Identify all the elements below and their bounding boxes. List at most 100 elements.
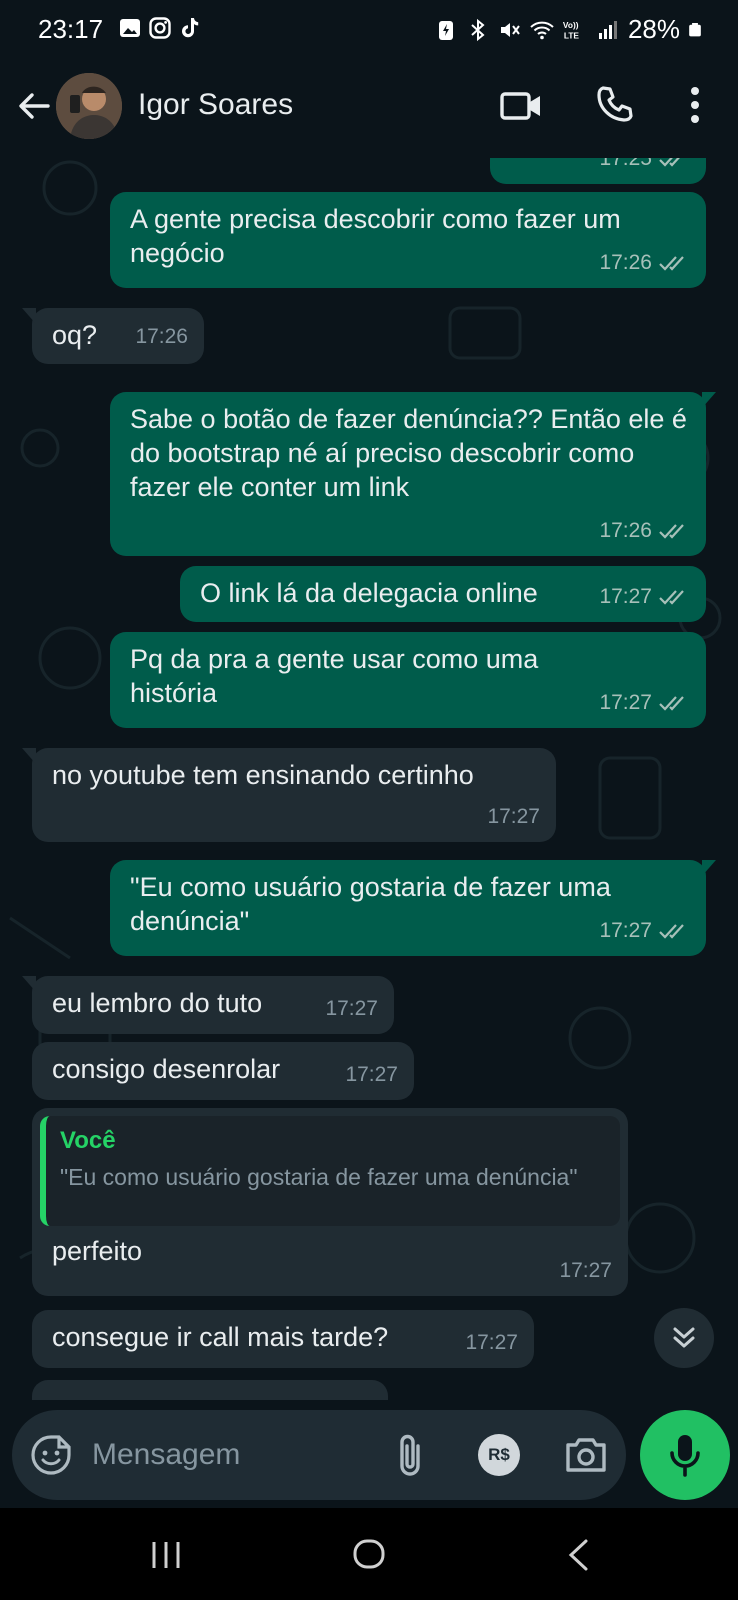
message-text: perfeito (52, 1236, 143, 1266)
message-text: eu lembro do tuto (52, 988, 263, 1018)
scroll-to-bottom-button[interactable] (654, 1308, 714, 1368)
wifi-icon (530, 21, 554, 39)
message-meta: 17:27 (465, 1326, 518, 1360)
volte-icon: Vo))LTE (563, 20, 580, 40)
message-time: 17:25 (599, 158, 652, 170)
battery-percent: 28% (627, 14, 680, 44)
message-time: 17:26 (135, 325, 188, 348)
svg-text:LTE: LTE (564, 30, 580, 40)
payment-icon: R$ (488, 1445, 510, 1464)
message-outgoing[interactable]: Pq da pra a gente usar como uma história… (110, 632, 706, 728)
mic-icon (670, 1435, 700, 1477)
camera-icon[interactable] (564, 1434, 608, 1474)
message-incoming[interactable]: no youtube tem ensinando certinho 17:27 (22, 748, 556, 842)
contact-name[interactable]: Igor Soares (138, 88, 293, 122)
message-outgoing[interactable]: O link lá da delegacia online 17:27 (180, 566, 706, 622)
tiktok-icon (182, 18, 199, 38)
home-icon[interactable] (352, 1538, 386, 1570)
message-meta: 17:25 (599, 158, 690, 176)
message-text: consigo desenrolar (52, 1054, 281, 1084)
message-time: 17:27 (465, 1331, 518, 1354)
read-receipt-icon (659, 524, 684, 539)
message-time: 17:27 (599, 691, 652, 714)
message-incoming[interactable]: consegue ir call mais tarde? 17:27 (32, 1310, 534, 1368)
more-vert-icon[interactable] (678, 82, 712, 128)
message-meta: 17:27 (599, 686, 690, 720)
message-meta: 17:27 (487, 800, 540, 834)
message-text: consegue ir call mais tarde? (52, 1322, 389, 1352)
message-meta: 17:27 (345, 1058, 398, 1092)
message-time: 17:27 (599, 919, 652, 942)
read-receipt-icon (659, 256, 684, 271)
notification-icons (118, 16, 202, 40)
read-receipt-icon (659, 158, 680, 167)
message-time: 17:27 (487, 805, 540, 828)
gallery-icon (120, 19, 140, 37)
bubble-tail (702, 392, 716, 408)
recent-apps-icon[interactable] (150, 1540, 182, 1570)
signal-icon (598, 20, 617, 39)
avatar-photo (56, 73, 122, 139)
system-nav-bar (0, 1508, 738, 1600)
status-bar: 23:17 Vo)) LTE 28% (0, 0, 738, 60)
mute-icon (500, 22, 520, 37)
message-time: 17:27 (325, 997, 378, 1020)
instagram-icon (149, 17, 171, 39)
message-outgoing[interactable]: "Eu como usuário gostaria de fazer uma d… (110, 860, 716, 956)
voice-message-button[interactable] (640, 1410, 730, 1500)
bubble-tail (702, 860, 716, 876)
message-time: 17:27 (559, 1259, 612, 1282)
message-meta: 17:27 (325, 992, 378, 1026)
svg-text:Vo)): Vo)) (563, 20, 579, 30)
message-composer: R$ (12, 1410, 626, 1500)
quoted-message[interactable]: Você "Eu como usuário gostaria de fazer … (40, 1116, 620, 1226)
message-text: Sabe o botão de fazer denúncia?? Então e… (130, 404, 687, 502)
message-meta: 17:26 (599, 514, 690, 548)
read-receipt-icon (659, 696, 684, 711)
message-outgoing[interactable]: A gente precisa descobrir como fazer um … (110, 192, 706, 288)
message-meta: 17:26 (599, 246, 690, 280)
avatar[interactable] (56, 73, 122, 139)
quote-author: Você (60, 1127, 116, 1154)
message-incoming[interactable]: eu lembro do tuto 17:27 (22, 976, 394, 1034)
message-outgoing[interactable]: Sabe o botão de fazer denúncia?? Então e… (110, 392, 716, 556)
phone-icon[interactable] (594, 84, 634, 124)
battery-saver-icon (438, 20, 453, 40)
status-time: 23:17 (38, 14, 104, 44)
message-time: 17:26 (599, 251, 652, 274)
message-text: oq? (52, 320, 98, 350)
battery-icon (689, 22, 701, 36)
message-text: A gente precisa descobrir como fazer um … (130, 204, 621, 268)
chat-header: Igor Soares (0, 60, 738, 158)
message-incoming[interactable]: oq? 17:26 (22, 308, 204, 364)
message-time: 17:27 (599, 585, 652, 608)
message-text: O link lá da delegacia online (200, 578, 538, 608)
message-incoming-reply[interactable]: Você "Eu como usuário gostaria de fazer … (32, 1108, 628, 1296)
payment-button[interactable]: R$ (478, 1434, 520, 1476)
message-meta: 17:27 (559, 1254, 612, 1288)
video-call-icon[interactable] (500, 88, 542, 124)
double-chevron-down-icon (673, 1327, 695, 1348)
message-incoming[interactable]: consigo desenrolar 17:27 (32, 1042, 414, 1100)
chat-area[interactable]: 17:25 A gente precisa descobrir como faz… (0, 158, 738, 1400)
quote-text: "Eu como usuário gostaria de fazer uma d… (60, 1164, 578, 1190)
message-meta: 17:26 (135, 320, 188, 354)
message-text: Pq da pra a gente usar como uma história (130, 644, 539, 708)
emoji-sticker-icon[interactable] (30, 1434, 72, 1476)
message-incoming-partial[interactable] (32, 1380, 388, 1400)
back-icon[interactable] (566, 1538, 590, 1572)
read-receipt-icon (659, 590, 684, 605)
attach-icon[interactable] (390, 1432, 430, 1478)
message-time: 17:26 (599, 519, 652, 542)
bluetooth-icon (471, 18, 485, 41)
message-input[interactable] (92, 1430, 372, 1480)
bubble-tail (22, 748, 36, 764)
message-time: 17:27 (345, 1063, 398, 1086)
bubble-tail (22, 976, 36, 992)
system-icons: Vo)) LTE 28% (434, 14, 702, 45)
message-meta: 17:27 (599, 580, 690, 614)
back-arrow-icon[interactable] (14, 86, 54, 126)
message-meta: 17:27 (599, 914, 690, 948)
read-receipt-icon (659, 924, 684, 939)
message-outgoing[interactable]: 17:25 (490, 158, 706, 184)
